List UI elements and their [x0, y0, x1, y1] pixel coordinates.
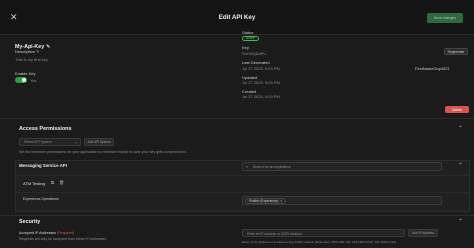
copy-icon[interactable]: ⧉	[51, 180, 54, 185]
add-api-system-button[interactable]: Add API System	[84, 138, 114, 146]
description-label: Description ✎	[15, 49, 40, 54]
toggle-text: Yes	[30, 78, 37, 83]
page-title: Edit API Key	[218, 14, 256, 21]
trash-icon[interactable]: 🗑	[59, 180, 64, 185]
accepted-ip-hint: Requests will only be accepted from thes…	[19, 237, 107, 241]
security-title: Security	[19, 219, 41, 225]
updated-value: Jul 27 2023, 9:03 PM	[242, 80, 280, 85]
status-label: Status	[242, 30, 254, 35]
section-divider	[0, 215, 474, 216]
accepted-ip-label: Accepted IP Addresses (Required)	[19, 231, 74, 236]
last-generated-value: Jul 27 2023, 9:03 PM	[242, 66, 280, 71]
regenerate-button[interactable]: Regenerate	[444, 48, 468, 55]
api-system-select[interactable]: Select API System ⌄	[19, 138, 81, 146]
enable-key-toggle[interactable]	[15, 77, 27, 83]
panel-divider	[15, 192, 470, 193]
required-mark: (Required)	[57, 231, 75, 235]
service-title: Messaging Service API	[19, 163, 67, 168]
enable-key-label: Enable Key	[15, 71, 36, 76]
ip-hint: Enter an IP address or a subnet using CI…	[242, 240, 397, 244]
experience-operations-label: Experience Operations	[23, 197, 59, 201]
edit-name-icon[interactable]: ✎	[46, 44, 50, 50]
experience-item-name: ATM Testing	[23, 181, 45, 186]
ip-address-input[interactable]: Enter an IP address or CIDR notation	[242, 229, 405, 237]
search-icon: ⌕	[246, 164, 249, 169]
description-value: This is my first key	[15, 57, 48, 62]
experience-search-input[interactable]: ⌕ Search for an experience	[242, 162, 442, 171]
last-generated-label: Last Generated	[242, 60, 270, 65]
edit-description-icon[interactable]: ✎	[36, 49, 39, 54]
chevron-up-icon[interactable]: ⌃	[458, 125, 463, 132]
search-placeholder: Search for an experience	[253, 165, 291, 169]
delete-button[interactable]: Delete	[445, 106, 469, 113]
key-value: SmYaQDuPu	[242, 51, 266, 56]
access-permissions-title: Access Permissions	[19, 126, 72, 132]
chevron-up-icon[interactable]: ⌃	[458, 218, 463, 225]
operation-chip-label: Publish (Experience)	[249, 198, 279, 203]
last-generated-by: FirstNameGuy4921	[415, 66, 450, 71]
save-button[interactable]: Save changes	[427, 13, 463, 23]
chevron-up-icon[interactable]: ⌃	[458, 162, 463, 169]
status-badge: Active	[242, 36, 259, 41]
key-label: Key	[242, 45, 249, 50]
section-divider	[0, 118, 474, 119]
permissions-hint: Set the minimum permissions for your app…	[19, 150, 187, 154]
accepted-ip-label-text: Accepted IP Addresses	[19, 231, 57, 235]
operation-chip[interactable]: Publish (Experience) ×	[245, 197, 287, 204]
api-system-placeholder: Select API System	[24, 140, 52, 144]
chevron-down-icon: ⌄	[74, 139, 78, 144]
panel-divider	[15, 175, 470, 176]
description-label-text: Description	[15, 49, 36, 54]
close-icon[interactable]: ×	[280, 199, 282, 203]
ip-placeholder: Enter an IP address or CIDR notation	[247, 231, 302, 236]
add-ip-button[interactable]: Add IP Address	[408, 229, 438, 237]
created-value: Jul 27 2023, 9:03 PM	[242, 94, 280, 99]
